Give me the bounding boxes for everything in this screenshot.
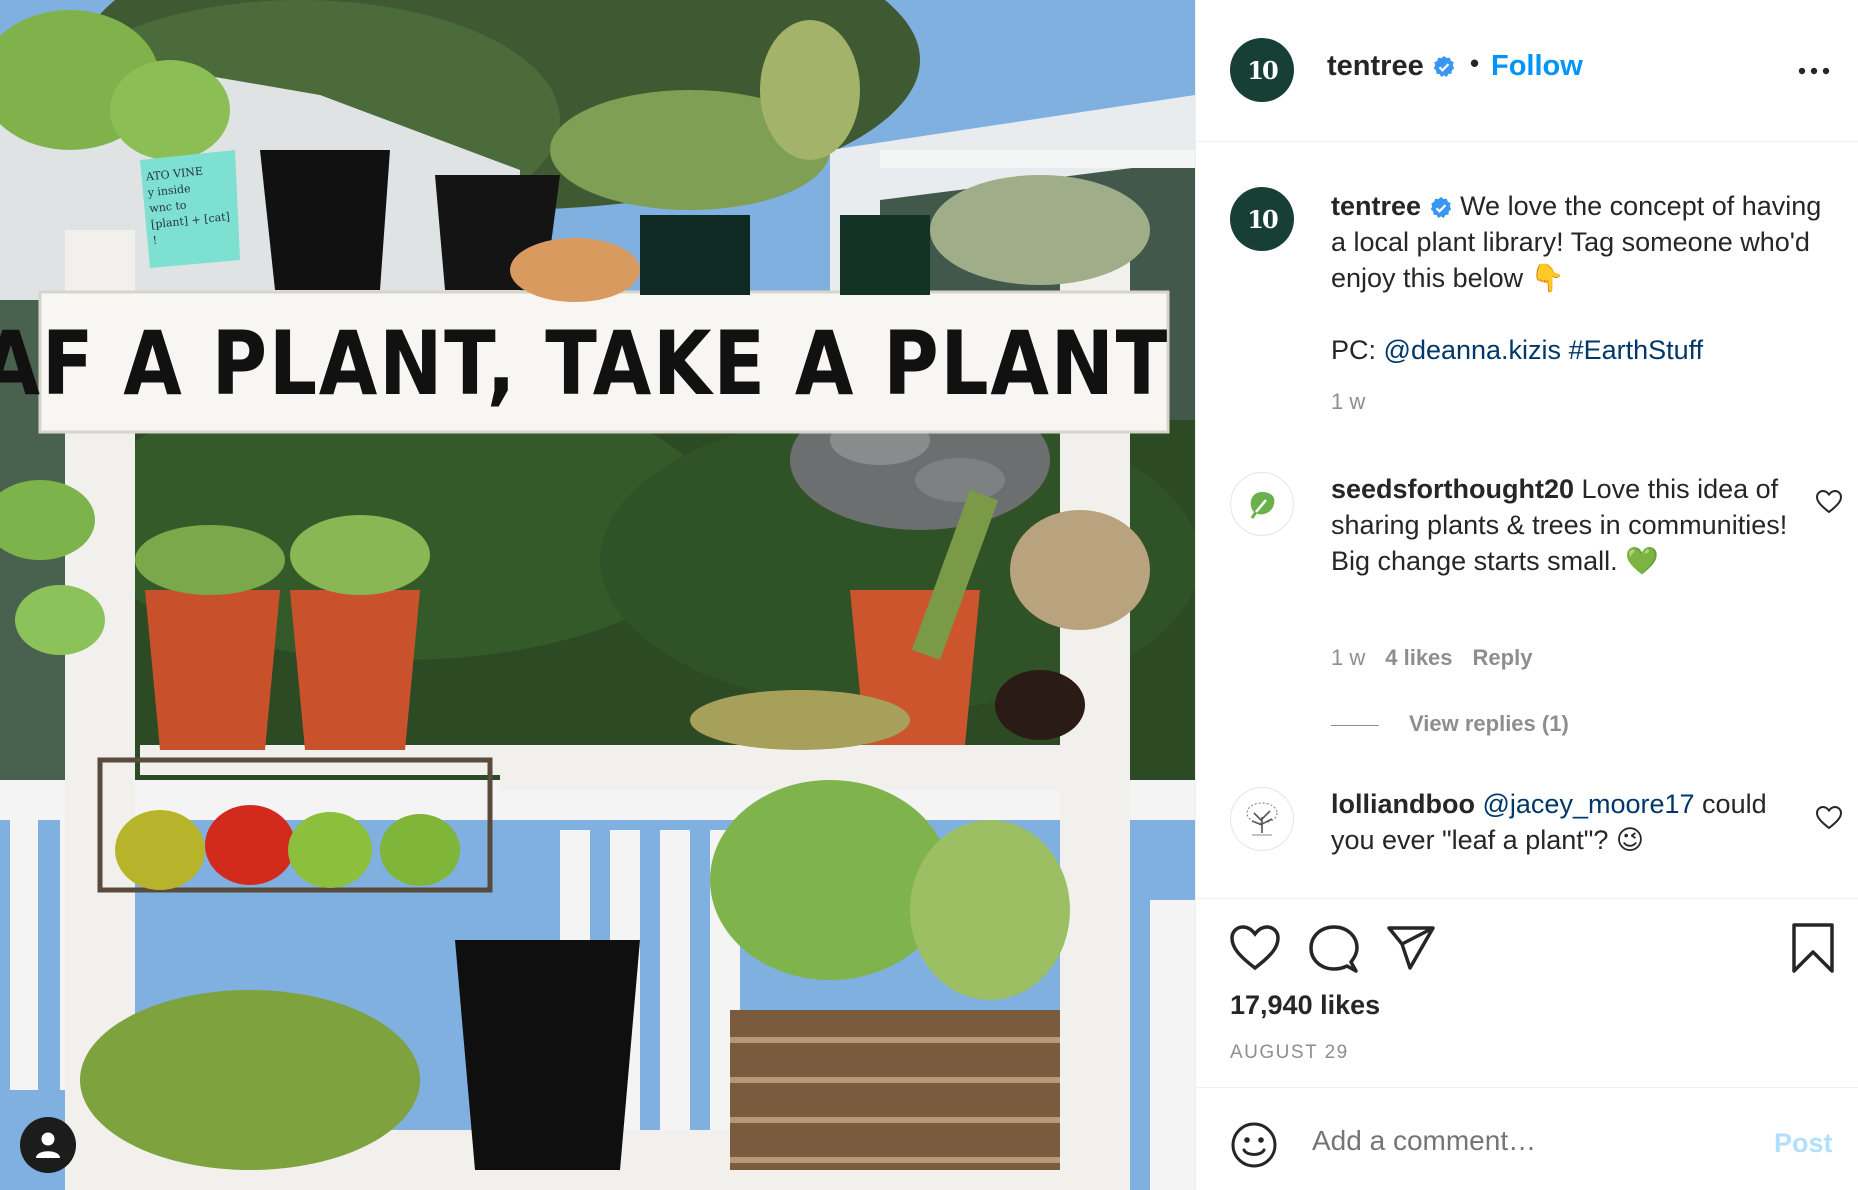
comment-icon[interactable] (1309, 924, 1359, 974)
caption-time[interactable]: 1 w (1331, 389, 1365, 414)
comment-1-meta: 1 w 4 likes Reply (1331, 645, 1532, 671)
pc-mention-link[interactable]: @deanna.kizis (1384, 335, 1562, 365)
author-avatar[interactable]: 10 (1230, 38, 1294, 102)
comment-likes[interactable]: 4 likes (1385, 645, 1452, 670)
more-options-icon[interactable] (1794, 56, 1834, 86)
pc-label: PC: (1331, 335, 1377, 365)
header-divider (1196, 141, 1858, 142)
reply-button[interactable]: Reply (1473, 645, 1533, 670)
tree-logo-icon (1246, 802, 1278, 836)
comment-2: lolliandboo @jacey_moore17 could you eve… (1331, 786, 1801, 858)
seeds-logo-icon (1250, 492, 1275, 519)
save-bookmark-icon[interactable] (1791, 922, 1835, 974)
comment-mention-link[interactable]: @jacey_moore17 (1483, 789, 1695, 819)
hashtag-link[interactable]: #EarthStuff (1569, 335, 1704, 365)
follow-button[interactable]: Follow (1491, 50, 1583, 83)
post-comment-button[interactable]: Post (1774, 1128, 1833, 1159)
view-replies-label: View replies (1) (1409, 711, 1569, 736)
header-username[interactable]: tentree (1327, 50, 1456, 83)
view-replies-button[interactable]: View replies (1) (1331, 711, 1569, 737)
comment-username[interactable]: lolliandboo (1331, 789, 1475, 819)
sign-text: LEAF A PLANT, TAKE A PLANT (0, 311, 1170, 415)
comment-time[interactable]: 1 w (1331, 645, 1365, 670)
composer-divider (1196, 1087, 1858, 1088)
person-icon (36, 1132, 60, 1158)
caption-avatar[interactable]: 10 (1230, 187, 1294, 251)
likes-count[interactable]: 17,940 likes (1230, 990, 1380, 1021)
caption: tentree We love the concept of having a … (1331, 188, 1826, 420)
commenter-avatar[interactable] (1230, 472, 1294, 536)
avatar-logo-text: 10 (1247, 55, 1278, 85)
comment-like-heart-icon[interactable] (1816, 806, 1842, 830)
sign-note-text: ATO VINE y inside wnc to [plant] + [cat]… (145, 164, 231, 248)
tagged-users-button[interactable] (20, 1117, 76, 1173)
add-comment-input[interactable] (1310, 1124, 1714, 1158)
comment-like-heart-icon[interactable] (1816, 490, 1842, 514)
emoji-icon[interactable] (1230, 1121, 1278, 1169)
actions-divider (1196, 898, 1858, 899)
view-replies-line (1331, 724, 1379, 726)
verified-badge-icon (1433, 56, 1454, 78)
like-heart-icon[interactable] (1230, 925, 1280, 971)
header-separator: • (1470, 48, 1480, 78)
share-icon[interactable] (1386, 925, 1436, 971)
verified-badge-icon (1430, 196, 1451, 218)
post-photo[interactable]: LEAF A PLANT, TAKE A PLANT ATO VINE y in… (0, 0, 1195, 1190)
comment-username[interactable]: seedsforthought20 (1331, 474, 1574, 504)
post-details-panel: 10 tentree • Follow 10 tentree We love t… (1195, 0, 1858, 1190)
header-username-text: tentree (1327, 50, 1424, 82)
caption-avatar-logo-text: 10 (1247, 204, 1278, 234)
commenter-avatar[interactable] (1230, 787, 1294, 851)
caption-username[interactable]: tentree (1331, 191, 1421, 221)
comment-1: seedsforthought20 Love this idea of shar… (1331, 471, 1801, 579)
post-date[interactable]: AUGUST 29 (1230, 1042, 1349, 1064)
